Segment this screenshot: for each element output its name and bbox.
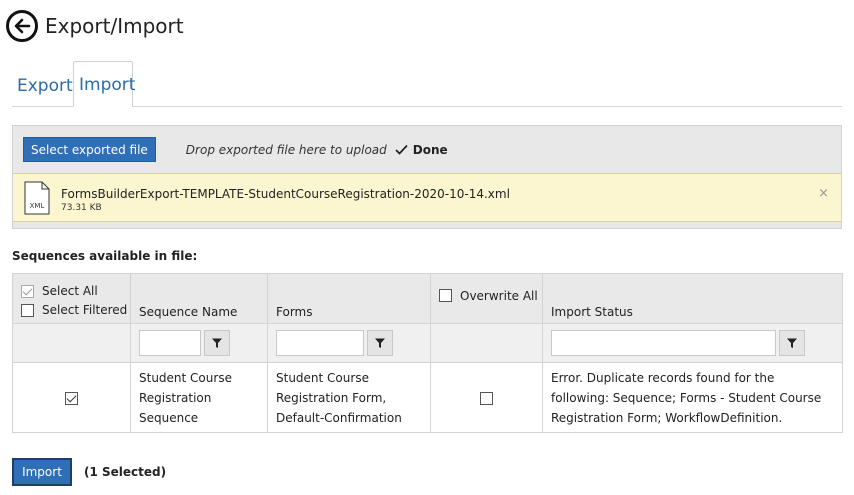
overwrite-cell <box>430 362 543 433</box>
import-status-header: Import Status <box>542 273 843 324</box>
sequence-name-header-label: Sequence Name <box>139 304 238 319</box>
filter-funnel-icon[interactable] <box>779 330 805 356</box>
import-status-filter-input[interactable] <box>551 330 776 356</box>
sequences-label: Sequences available in file: <box>12 249 198 263</box>
upload-status: Done <box>395 143 448 157</box>
table-row: Student Course Registration Sequence Stu… <box>12 362 843 433</box>
upload-status-text: Done <box>412 142 448 157</box>
upload-panel: Select exported file Drop exported file … <box>12 125 842 229</box>
select-filtered-label: Select Filtered <box>42 303 128 317</box>
select-all-checkbox[interactable] <box>21 284 34 298</box>
tab-bar: Export Import <box>12 60 842 107</box>
import-status-header-label: Import Status <box>551 304 633 319</box>
back-arrow-icon[interactable] <box>6 10 38 42</box>
sequence-name-cell: Student Course Registration Sequence <box>130 362 268 433</box>
file-size: 73.31 KB <box>61 203 102 213</box>
filter-row <box>12 323 843 363</box>
file-name: FormsBuilderExport-TEMPLATE-StudentCours… <box>61 187 510 201</box>
select-filtered-checkbox[interactable] <box>21 303 34 317</box>
forms-header-label: Forms <box>276 304 313 319</box>
filter-cell-empty <box>430 323 543 363</box>
sequence-name-filter-input[interactable] <box>139 330 201 356</box>
sequences-table: Select All Select Filtered Sequence Name… <box>12 273 843 433</box>
row-select-checkbox[interactable] <box>65 391 78 405</box>
sequence-name-header: Sequence Name <box>130 273 268 324</box>
selected-count: (1 Selected) <box>84 465 167 479</box>
drop-zone-text[interactable]: Drop exported file here to upload <box>186 143 387 157</box>
row-overwrite-checkbox[interactable] <box>480 391 493 405</box>
filter-funnel-icon[interactable] <box>367 330 393 356</box>
uploaded-file-row: XML FormsBuilderExport-TEMPLATE-StudentC… <box>13 173 841 222</box>
select-exported-file-button[interactable]: Select exported file <box>23 137 156 162</box>
page-title: Export/Import <box>45 14 184 38</box>
forms-header: Forms <box>267 273 431 324</box>
remove-file-icon[interactable]: × <box>818 186 829 201</box>
import-button[interactable]: Import <box>12 458 72 486</box>
forms-filter-input[interactable] <box>276 330 364 356</box>
checkmark-icon <box>395 144 408 155</box>
filter-cell-forms <box>267 323 431 363</box>
row-select-cell <box>12 362 131 433</box>
filter-cell-empty <box>12 323 131 363</box>
tab-import[interactable]: Import <box>73 61 135 107</box>
table-header-row: Select All Select Filtered Sequence Name… <box>12 273 843 324</box>
tab-export[interactable]: Export <box>12 61 78 107</box>
overwrite-all-checkbox[interactable] <box>439 289 452 302</box>
filter-funnel-icon[interactable] <box>204 330 230 356</box>
overwrite-all-label: Overwrite All <box>460 288 538 303</box>
filter-cell-sequence-name <box>130 323 268 363</box>
select-all-label: Select All <box>42 284 98 298</box>
overwrite-all-header: Overwrite All <box>430 273 543 324</box>
upload-toolbar: Select exported file Drop exported file … <box>13 126 841 173</box>
page-header: Export/Import <box>6 9 184 43</box>
xml-file-icon-label: XML <box>30 202 45 210</box>
import-status-cell: Error. Duplicate records found for the f… <box>542 362 843 433</box>
select-header: Select All Select Filtered <box>12 273 131 324</box>
forms-cell: Student Course Registration Form, Defaul… <box>267 362 431 433</box>
filter-cell-import-status <box>542 323 843 363</box>
xml-file-icon: XML <box>24 181 50 215</box>
